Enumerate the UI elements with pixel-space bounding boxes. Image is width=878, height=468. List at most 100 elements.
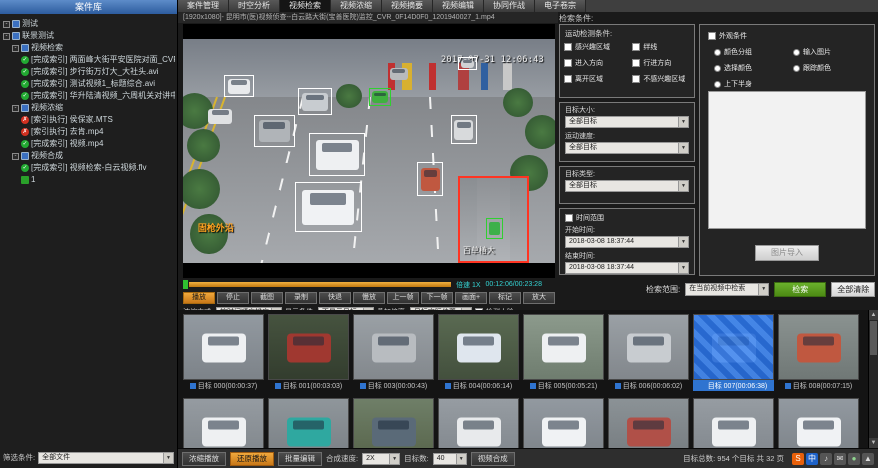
menu-tab-4[interactable]: 视频浓缩 (331, 0, 382, 12)
video-control-8-button[interactable]: 下一帧 (421, 292, 453, 304)
menu-tab-6[interactable]: 视频编辑 (433, 0, 484, 12)
file-filter-select[interactable]: 全部文件 ▼ (38, 452, 174, 464)
compose-speed-select[interactable]: 2X ▼ (362, 453, 400, 465)
result-thumbnail-6[interactable]: 目标 006(00:06:02) (608, 314, 689, 391)
radio-button[interactable] (793, 65, 800, 72)
scroll-down-icon[interactable]: ▼ (869, 438, 878, 448)
menu-tab-7[interactable]: 协同作战 (484, 0, 535, 12)
result-thumbnail-8[interactable]: 目标 008(00:07:15) (778, 314, 859, 391)
result-thumbnail-4[interactable]: 目标 012(00:08:55) (438, 398, 519, 448)
tree-item[interactable]: -视频检索 (3, 42, 175, 54)
menu-tab-2[interactable]: 时空分析 (229, 0, 280, 12)
menu-tab-1[interactable]: 案件管理 (178, 0, 229, 12)
result-thumbnail-4[interactable]: 目标 004(00:06:14) (438, 314, 519, 391)
video-control-5-button[interactable]: 快退 (319, 292, 351, 304)
checkbox[interactable] (632, 43, 640, 51)
result-thumbnail-5[interactable]: 目标 005(00:05:21) (523, 314, 604, 391)
time-range-checkbox[interactable] (565, 214, 573, 222)
batch-edit-button[interactable]: 批量编辑 (278, 452, 322, 466)
tree-item[interactable]: ✓[完成索引] 华升陆清视频_六周机关对讲中心.avi (3, 90, 175, 102)
result-thumbnail-3[interactable]: 目标 011(00:08:29) (353, 398, 434, 448)
tree-item[interactable]: -视频合成 (3, 150, 175, 162)
result-thumbnail-6[interactable]: 目标 014(00:09:47) (608, 398, 689, 448)
tray-icon-2[interactable]: 中 (806, 453, 818, 465)
video-compose-button[interactable]: 视频合成 (471, 452, 515, 466)
tree-item[interactable]: -视频浓缩 (3, 102, 175, 114)
clear-all-button[interactable]: 全部清除 (831, 282, 875, 297)
video-control-9-button[interactable]: 画面+ (455, 292, 487, 304)
restore-play-button[interactable]: 还原播放 (230, 452, 274, 466)
result-thumbnail-3[interactable]: 目标 003(00:00:43) (353, 314, 434, 391)
end-time-select[interactable]: 2018-03-08 18:37:44 ▼ (565, 262, 689, 274)
checkbox[interactable] (632, 75, 640, 83)
video-control-2-button[interactable]: 停止 (217, 292, 249, 304)
pip-zoom-window[interactable]: 百草椿大 (458, 176, 529, 263)
video-control-7-button[interactable]: 上一帧 (387, 292, 419, 304)
target-type-select[interactable]: 全部目标 ▼ (565, 180, 689, 192)
menu-tab-3[interactable]: 视频检索 (280, 0, 331, 12)
expand-toggle-icon[interactable]: - (12, 45, 19, 52)
tray-icon-3[interactable]: ♪ (820, 453, 832, 465)
expand-toggle-icon[interactable]: - (12, 105, 19, 112)
progress-bar[interactable] (189, 282, 451, 287)
results-scrollbar[interactable]: ▲ ▼ (868, 310, 878, 448)
motion-speed-select[interactable]: 全部目标 ▼ (565, 142, 689, 154)
radio-button[interactable] (793, 49, 800, 56)
appearance-checkbox[interactable] (708, 32, 716, 40)
menu-tab-8[interactable]: 电子卷宗 (535, 0, 586, 12)
result-thumbnail-7[interactable]: 目标 007(00:06:38) (693, 314, 774, 391)
tree-item[interactable]: ✗[索引执行] 侯保家.MTS (3, 114, 175, 126)
tree-item[interactable]: ✓[完成索引] 测试视频1_标题综合.avi (3, 78, 175, 90)
checkbox[interactable] (632, 59, 640, 67)
radio-button[interactable] (714, 65, 721, 72)
result-thumbnail-2[interactable]: 目标 010(00:08:02) (268, 398, 349, 448)
tree-foliage (187, 129, 220, 163)
progress-marker[interactable] (183, 280, 188, 289)
tree-item[interactable]: ✓[完成索引] 两面峰大街平安医院对面_CVR_0F14ED... (3, 54, 175, 66)
video-control-3-button[interactable]: 截图 (251, 292, 283, 304)
result-thumbnail-8[interactable]: 目标 016(00:10:40) (778, 398, 859, 448)
expand-toggle-icon[interactable]: - (12, 153, 19, 160)
expand-toggle-icon[interactable]: - (3, 21, 10, 28)
tree-item[interactable]: ✓[完成索引] 视频检索-白云视频.flv (3, 162, 175, 174)
tree-item[interactable]: ✗[索引执行] 去肯.mp4 (3, 126, 175, 138)
scroll-up-icon[interactable]: ▲ (869, 310, 878, 320)
image-import-button[interactable]: 图片导入 (755, 245, 819, 261)
checkbox[interactable] (564, 43, 572, 51)
target-count-select[interactable]: 40 ▼ (433, 453, 467, 465)
scrollbar-thumb[interactable] (870, 321, 877, 355)
tray-icon-6[interactable]: ▲ (862, 453, 874, 465)
checkbox[interactable] (564, 59, 572, 67)
tree-item[interactable]: -测试 (3, 18, 175, 30)
color-sample-listbox[interactable] (708, 91, 866, 229)
tray-icon-1[interactable]: S (792, 453, 804, 465)
start-time-select[interactable]: 2018-03-08 18:37:44 ▼ (565, 236, 689, 248)
video-control-4-button[interactable]: 录制 (285, 292, 317, 304)
result-thumbnail-5[interactable]: 目标 013(00:09:18) (523, 398, 604, 448)
video-player[interactable]: 2017-07-31 12:06:43 固枪外沿 百草椿大 (183, 24, 555, 278)
tree-item[interactable]: ✓[完成索引] 步行街万灯大_大社头.avi (3, 66, 175, 78)
target-size-select[interactable]: 全部目标 ▼ (565, 116, 689, 128)
result-thumbnail-1[interactable]: 目标 009(00:07:40) (183, 398, 264, 448)
result-thumbnail-7[interactable]: 目标 015(00:10:12) (693, 398, 774, 448)
expand-toggle-icon[interactable]: - (3, 33, 10, 40)
result-thumbnail-2[interactable]: 目标 001(00:03:03) (268, 314, 349, 391)
result-thumbnail-1[interactable]: 目标 000(00:00:37) (183, 314, 264, 391)
tray-icon-5[interactable]: ● (848, 453, 860, 465)
video-control-1-button[interactable]: 播放 (183, 292, 215, 304)
tree-item[interactable]: 1 (3, 174, 175, 186)
condensed-play-button[interactable]: 浓缩播放 (182, 452, 226, 466)
search-button[interactable]: 检索 (774, 282, 826, 297)
video-control-10-button[interactable]: 标记 (489, 292, 521, 304)
checkbox[interactable] (564, 75, 572, 83)
tree-foliage (336, 84, 362, 109)
video-control-6-button[interactable]: 慢放 (353, 292, 385, 304)
radio-button[interactable] (714, 49, 721, 56)
video-control-11-button[interactable]: 放大 (523, 292, 555, 304)
radio-button[interactable] (714, 81, 721, 88)
tree-item[interactable]: ✓[完成索引] 视频.mp4 (3, 138, 175, 150)
tray-icon-4[interactable]: ✉ (834, 453, 846, 465)
search-scope-select[interactable]: 在当前视频中检索 ▼ (685, 283, 769, 296)
tree-item[interactable]: -联景测试 (3, 30, 175, 42)
menu-tab-5[interactable]: 视频摘要 (382, 0, 433, 12)
